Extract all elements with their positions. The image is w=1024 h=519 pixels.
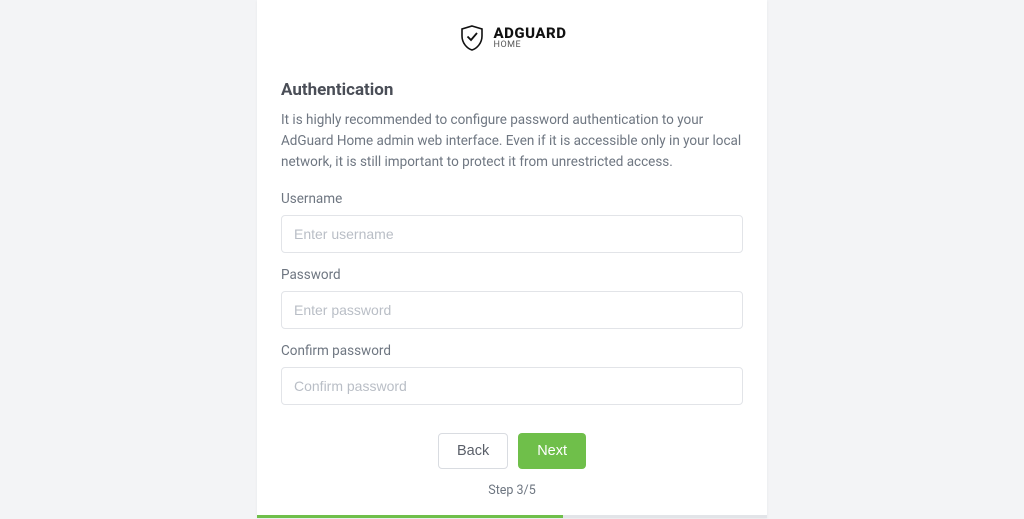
logo-row: ADGUARD HOME <box>281 24 743 52</box>
back-button[interactable]: Back <box>438 433 508 469</box>
progress-bar <box>257 515 767 518</box>
confirm-password-input[interactable] <box>281 367 743 405</box>
page-heading: Authentication <box>281 80 743 100</box>
confirm-password-label: Confirm password <box>281 343 743 359</box>
username-input[interactable] <box>281 215 743 253</box>
confirm-password-group: Confirm password <box>281 343 743 405</box>
progress-fill <box>257 515 563 518</box>
password-input[interactable] <box>281 291 743 329</box>
page-description: It is highly recommended to configure pa… <box>281 110 743 173</box>
next-button[interactable]: Next <box>518 433 586 469</box>
username-group: Username <box>281 191 743 253</box>
button-row: Back Next <box>281 433 743 469</box>
logo-text: ADGUARD HOME <box>494 26 567 50</box>
password-label: Password <box>281 267 743 283</box>
logo-sub: HOME <box>494 41 567 50</box>
setup-card: ADGUARD HOME Authentication It is highly… <box>257 0 767 518</box>
password-group: Password <box>281 267 743 329</box>
logo-brand: ADGUARD <box>494 26 567 41</box>
username-label: Username <box>281 191 743 207</box>
shield-check-icon <box>458 24 486 52</box>
step-indicator: Step 3/5 <box>281 483 743 498</box>
